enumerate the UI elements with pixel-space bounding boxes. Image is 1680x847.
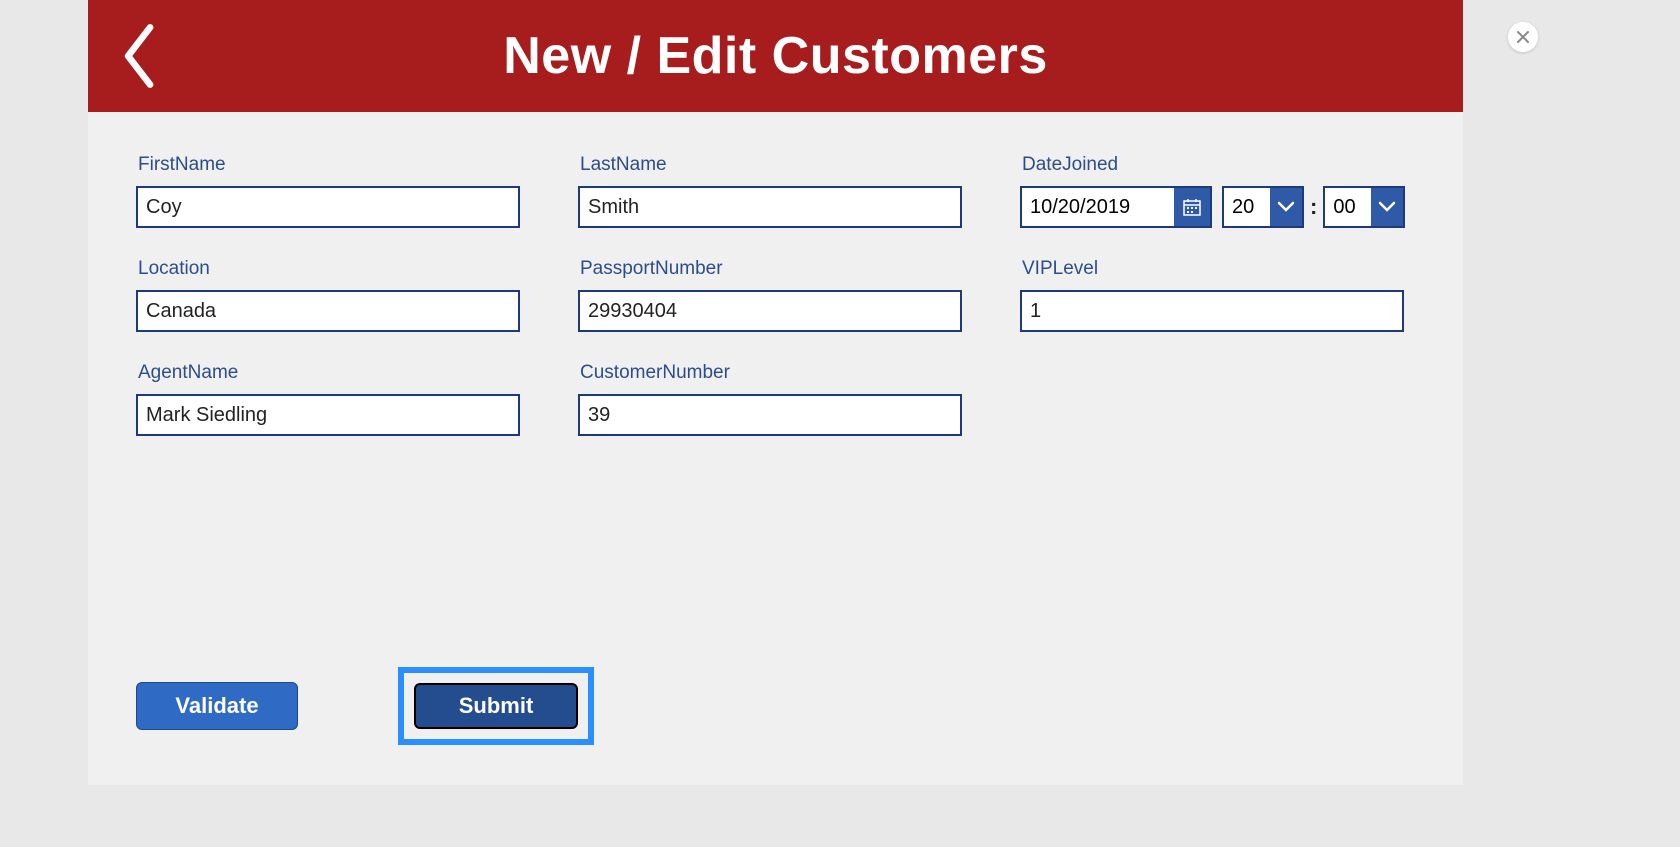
customernumber-label: CustomerNumber: [580, 362, 962, 384]
minute-dropdown-button[interactable]: [1371, 188, 1403, 226]
form-header: New / Edit Customers: [88, 0, 1463, 112]
firstname-label: FirstName: [138, 154, 520, 176]
passportnumber-label: PassportNumber: [580, 258, 962, 280]
field-viplevel: VIPLevel: [1020, 258, 1404, 332]
field-datejoined: DateJoined: [1020, 154, 1404, 228]
time-separator: :: [1310, 194, 1317, 220]
customer-form-panel: New / Edit Customers FirstName LastName …: [88, 0, 1463, 785]
validate-button[interactable]: Validate: [136, 682, 298, 730]
field-agentname: AgentName: [136, 362, 520, 436]
field-location: Location: [136, 258, 520, 332]
agentname-input[interactable]: [136, 394, 520, 436]
form-fields-grid: FirstName LastName DateJoined: [88, 112, 1463, 436]
calendar-icon: [1182, 197, 1202, 217]
hour-input[interactable]: [1224, 188, 1270, 226]
chevron-down-icon: [1277, 201, 1295, 213]
field-passportnumber: PassportNumber: [578, 258, 962, 332]
lastname-label: LastName: [580, 154, 962, 176]
field-firstname: FirstName: [136, 154, 520, 228]
viplevel-label: VIPLevel: [1022, 258, 1404, 280]
chevron-left-icon: [121, 23, 155, 89]
viplevel-input[interactable]: [1020, 290, 1404, 332]
calendar-button[interactable]: [1174, 188, 1210, 226]
datejoined-label: DateJoined: [1022, 154, 1404, 176]
form-title: New / Edit Customers: [88, 26, 1463, 86]
close-icon: [1516, 30, 1530, 44]
minute-select-box: [1323, 186, 1405, 228]
form-buttons: Validate Submit: [136, 667, 594, 745]
agentname-label: AgentName: [138, 362, 520, 384]
datejoined-controls: :: [1020, 186, 1404, 228]
hour-select-box: [1222, 186, 1304, 228]
back-button[interactable]: [118, 22, 158, 90]
close-button[interactable]: [1508, 22, 1538, 52]
passportnumber-input[interactable]: [578, 290, 962, 332]
field-customernumber: CustomerNumber: [578, 362, 962, 436]
location-input[interactable]: [136, 290, 520, 332]
field-lastname: LastName: [578, 154, 962, 228]
firstname-input[interactable]: [136, 186, 520, 228]
hour-dropdown-button[interactable]: [1270, 188, 1302, 226]
lastname-input[interactable]: [578, 186, 962, 228]
customernumber-input[interactable]: [578, 394, 962, 436]
submit-button[interactable]: Submit: [414, 683, 578, 729]
minute-input[interactable]: [1325, 188, 1371, 226]
date-input[interactable]: [1022, 188, 1174, 226]
empty-cell: [1020, 362, 1404, 436]
date-picker-box: [1020, 186, 1212, 228]
submit-highlight: Submit: [398, 667, 594, 745]
location-label: Location: [138, 258, 520, 280]
chevron-down-icon: [1378, 201, 1396, 213]
